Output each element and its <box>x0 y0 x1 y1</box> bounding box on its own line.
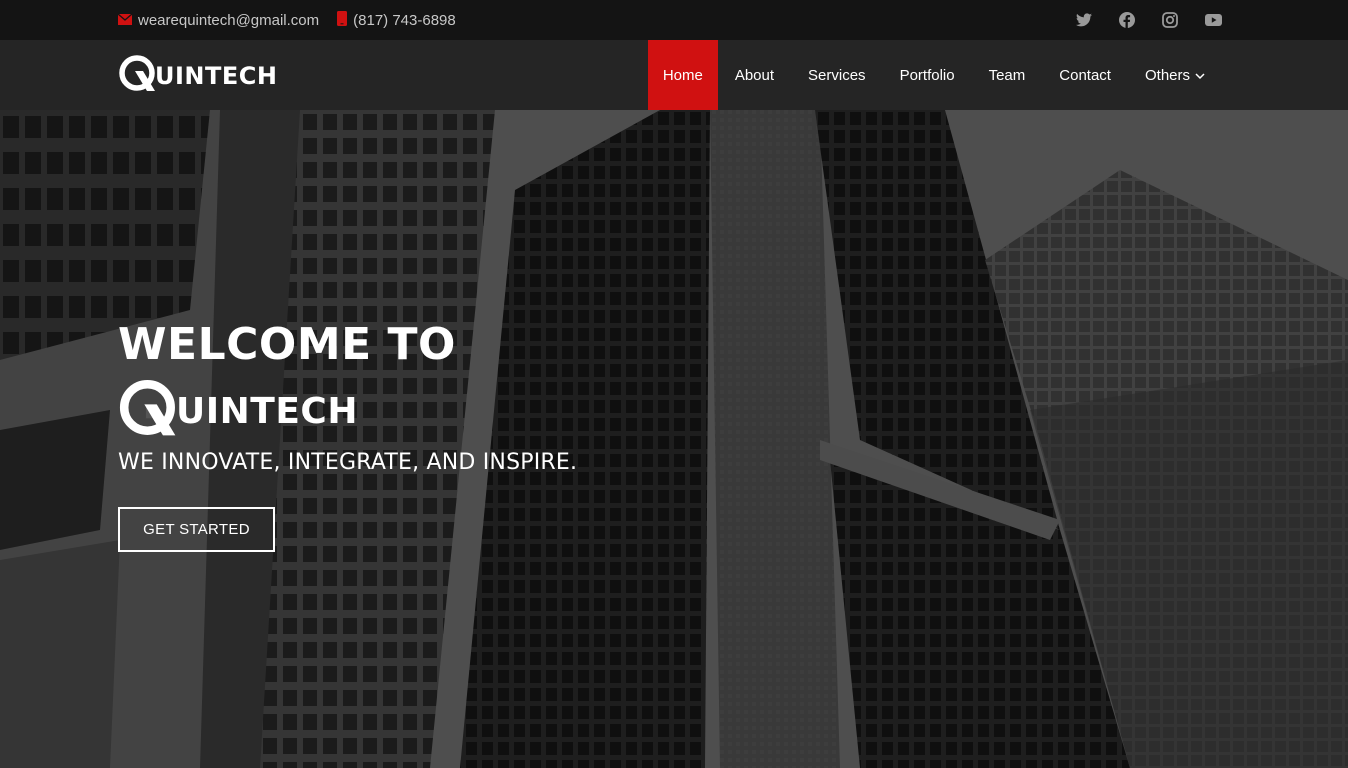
nav-others[interactable]: Others <box>1128 40 1222 110</box>
nav-others-label: Others <box>1144 66 1190 84</box>
hero-section: WELCOME TO UINTECH WE INNOVATE, INTEGRAT… <box>0 110 1348 768</box>
nav-team[interactable]: Team <box>972 40 1043 110</box>
nav-contact[interactable]: Contact <box>1042 40 1128 110</box>
nav-about[interactable]: About <box>718 40 791 110</box>
nav-portfolio[interactable]: Portfolio <box>883 40 972 110</box>
social-links <box>1050 0 1222 40</box>
phone-contact[interactable]: (817) 743-6898 <box>337 10 456 30</box>
email-contact[interactable]: wearequintech@gmail.com <box>117 12 319 29</box>
get-started-button[interactable]: GET STARTED <box>118 507 275 552</box>
main-header: UINTECH Home About Services Portfolio Te… <box>0 40 1348 110</box>
phone-icon <box>337 10 353 30</box>
envelope-icon <box>117 12 138 29</box>
phone-text[interactable]: (817) 743-6898 <box>353 12 456 29</box>
facebook-icon[interactable] <box>1118 11 1136 29</box>
site-logo[interactable]: UINTECH <box>118 54 278 99</box>
twitter-icon[interactable] <box>1075 11 1093 29</box>
nav-services[interactable]: Services <box>791 40 883 110</box>
hero-content: WELCOME TO UINTECH WE INNOVATE, INTEGRAT… <box>118 320 577 552</box>
contact-info: wearequintech@gmail.com (817) 743-6898 <box>117 0 474 40</box>
email-text[interactable]: wearequintech@gmail.com <box>138 12 319 29</box>
logo-q-mark-icon <box>118 378 180 445</box>
hero-logo-text: UINTECH <box>176 390 358 432</box>
top-bar: wearequintech@gmail.com (817) 743-6898 <box>0 0 1348 40</box>
logo-text: UINTECH <box>155 62 278 90</box>
hero-logo: UINTECH <box>118 378 577 445</box>
main-nav: Home About Services Portfolio Team Conta… <box>647 40 1222 110</box>
chevron-down-icon <box>1195 67 1205 84</box>
hero-tagline: WE INNOVATE, INTEGRATE, AND INSPIRE. <box>118 450 578 475</box>
logo-q-mark-icon <box>118 54 158 99</box>
youtube-icon[interactable] <box>1204 11 1222 29</box>
instagram-icon[interactable] <box>1161 11 1179 29</box>
nav-home[interactable]: Home <box>647 40 718 110</box>
hero-title: WELCOME TO <box>118 319 456 370</box>
